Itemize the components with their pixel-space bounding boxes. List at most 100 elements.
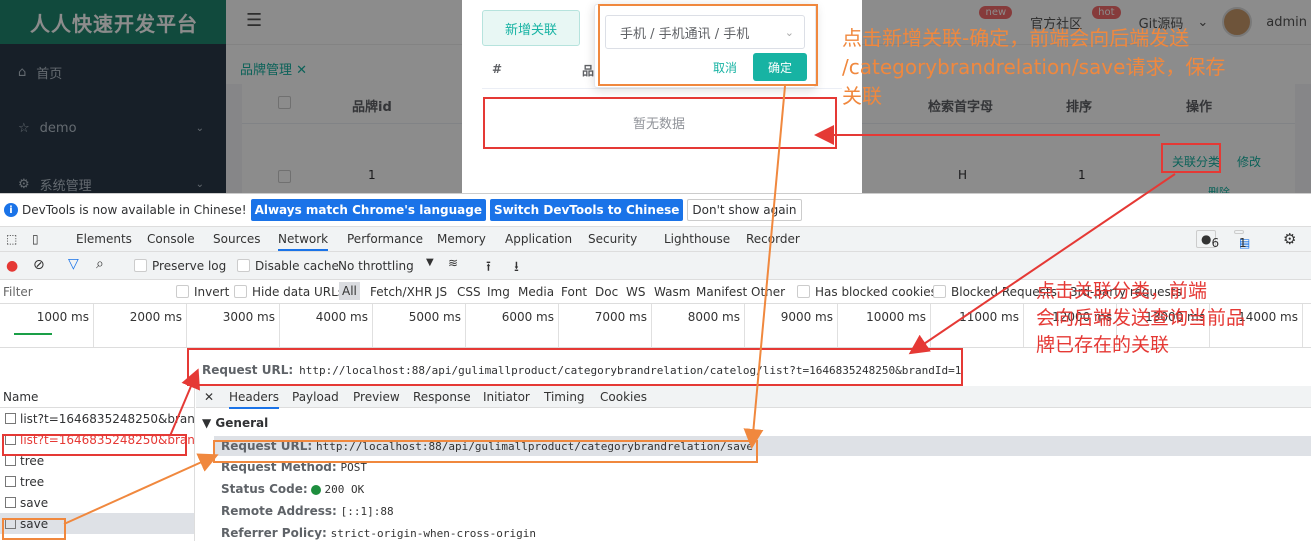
filter-input[interactable]: Filter [3,285,33,299]
request-row[interactable]: list?t=1646835248250&brand... [0,408,194,429]
annotation-box-save-url [213,440,758,463]
timeline-gridline [1023,304,1024,347]
tab-cookies[interactable]: Cookies [600,390,647,404]
info-text: DevTools is now available in Chinese! [22,203,247,217]
tab-payload[interactable]: Payload [292,390,339,404]
request-checkbox [5,455,16,466]
hide-data-urls-checkbox[interactable] [234,285,247,298]
invert-checkbox[interactable] [176,285,189,298]
tab-timing[interactable]: Timing [544,390,585,404]
request-checkbox [5,476,16,487]
filter-type-css[interactable]: CSS [457,285,481,299]
col-index: # [492,62,503,76]
remote-address-row: Remote Address: [::1]:88 [221,504,394,518]
tab-security[interactable]: Security [588,232,637,246]
note-line: 点击新增关联-确定，前端会向后端发送 [842,26,1190,50]
filter-type-font[interactable]: Font [561,285,587,299]
annotation-box-save-request [2,518,66,540]
throttling-select[interactable]: No throttling [338,259,414,273]
settings-icon[interactable]: ⚙ [1283,230,1296,248]
filter-type-xhr[interactable]: Fetch/XHR [370,285,432,299]
issues-counter[interactable]: ● 6 [1196,230,1220,250]
tab-console[interactable]: Console [147,232,195,246]
filter-type-ws[interactable]: WS [626,285,645,299]
note-line: 会向后端发送查询当前品 [1036,307,1246,329]
request-name: list?t=1646835248250&brand... [20,411,194,426]
filter-type-img[interactable]: Img [487,285,510,299]
note-line: 牌已存在的关联 [1036,334,1170,356]
tab-network[interactable]: Network [278,232,329,251]
hide-data-urls-label: Hide data URLs [252,285,345,299]
messages-counter[interactable]: ▤ 1 [1234,230,1250,250]
remote-value: [::1]:88 [340,505,394,518]
tab-headers[interactable]: Headers [229,390,279,409]
request-row[interactable]: save [0,492,194,513]
timeline-gridline [186,304,187,347]
network-conditions-icon[interactable]: ≋ [448,256,458,270]
add-relation-button[interactable]: 新增关联 [482,10,580,46]
messages-count: 1 [1239,236,1247,250]
timeline-gridline [279,304,280,347]
match-language-button[interactable]: Always match Chrome's language [250,199,486,221]
filter-type-manifest[interactable]: Manifest [696,285,747,299]
close-icon[interactable]: ✕ [204,390,214,404]
filter-type-js[interactable]: JS [436,285,447,299]
tab-initiator[interactable]: Initiator [483,390,530,404]
filter-type-doc[interactable]: Doc [595,285,618,299]
detail-tabs: ✕ Headers Payload Preview Response Initi… [196,386,1311,409]
filter-type-wasm[interactable]: Wasm [654,285,690,299]
filter-type-all[interactable]: All [339,282,360,300]
annotation-box-link-category [1161,143,1221,173]
request-row[interactable]: tree [0,471,194,492]
note-line: /categorybrandrelation/save请求，保存 [842,55,1226,79]
blocked-cookies-label: Has blocked cookies [815,285,937,299]
inspect-icon[interactable]: ⬚ [6,232,17,246]
filter-type-media[interactable]: Media [518,285,554,299]
annotation-box-nodata [483,97,837,149]
timeline-tick-label: 9000 ms [780,310,833,324]
timeline-tick-label: 4000 ms [315,310,368,324]
status-ok-icon [311,484,322,495]
switch-chinese-button[interactable]: Switch DevTools to Chinese [489,199,684,221]
issues-count: 6 [1211,236,1220,250]
request-checkbox [5,497,16,508]
chevron-down-icon: ▼ [426,257,434,268]
tab-application[interactable]: Application [505,232,572,246]
timeline-gridline [93,304,94,347]
blocked-requests-checkbox[interactable] [933,285,946,298]
preserve-log-label: Preserve log [152,259,227,273]
tab-preview[interactable]: Preview [353,390,400,404]
timeline-gridline [558,304,559,347]
clear-icon[interactable]: ⊘ [33,257,45,273]
import-icon[interactable]: ⭱ [486,256,491,280]
tab-sources[interactable]: Sources [213,232,260,246]
annotation-box-list-request [2,434,187,456]
preserve-log-checkbox[interactable] [134,259,147,272]
tab-memory[interactable]: Memory [437,232,486,246]
request-checkbox [5,413,16,424]
timeline-tick-label: 7000 ms [594,310,647,324]
export-icon[interactable]: ⭳ [514,256,519,280]
tab-elements[interactable]: Elements [76,232,132,246]
filter-type-other[interactable]: Other [751,285,785,299]
tab-performance[interactable]: Performance [347,232,423,246]
remote-label: Remote Address: [221,504,337,518]
disable-cache-checkbox[interactable] [237,259,250,272]
dont-show-again-button[interactable]: Don't show again [687,199,802,221]
device-toolbar-icon[interactable]: ▯ [32,232,39,246]
blocked-cookies-checkbox[interactable] [797,285,810,298]
timeline-gridline [465,304,466,347]
search-icon[interactable]: ⌕ [96,256,104,272]
name-column-header[interactable]: Name [0,386,194,408]
status-label: Status Code: [221,482,308,496]
request-detail: ✕ Headers Payload Preview Response Initi… [196,386,1311,541]
general-section[interactable]: ▼ General [202,416,268,430]
tab-lighthouse[interactable]: Lighthouse [664,232,730,246]
filter-icon[interactable]: ▽ [68,256,79,272]
annotation-box-popover [598,4,818,86]
timeline-gridline [837,304,838,347]
record-icon[interactable]: ● [6,258,18,274]
referrer-label: Referrer Policy: [221,526,327,540]
tab-recorder[interactable]: Recorder [746,232,800,246]
tab-response[interactable]: Response [413,390,471,404]
